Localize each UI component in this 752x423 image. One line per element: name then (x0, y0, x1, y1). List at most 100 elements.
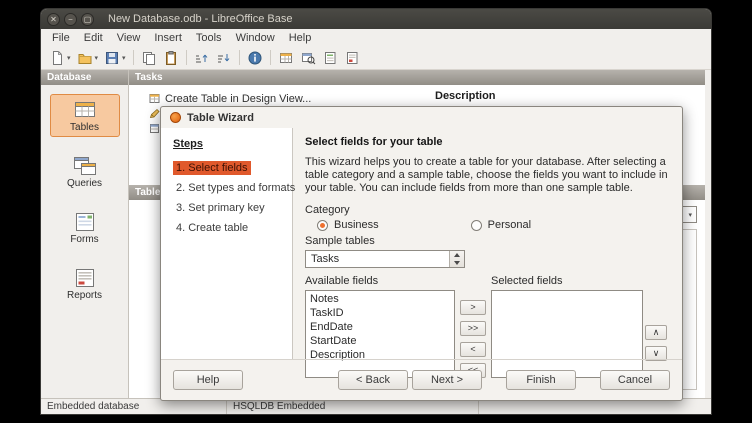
status-engine: HSQLDB Embedded (227, 399, 479, 414)
base-app-icon (170, 112, 181, 123)
task-create-table-design-view[interactable]: Create Table in Design View... (149, 91, 427, 106)
help-button[interactable]: Help (173, 370, 243, 390)
dialog-footer: Help < Back Next > Finish Cancel (161, 359, 682, 400)
reports-icon (72, 267, 98, 289)
back-button[interactable]: < Back (338, 370, 408, 390)
minimize-icon[interactable]: − (64, 13, 77, 26)
category-options: Business Personal (317, 219, 687, 231)
sidebar-item-forms[interactable]: Forms (50, 206, 120, 249)
copy-icon (141, 50, 157, 66)
open-button[interactable]: ▾ (74, 48, 102, 68)
sidebar-item-reports[interactable]: Reports (50, 262, 120, 305)
dialog-heading: Select fields for your table (305, 136, 687, 148)
spin-down-icon[interactable] (450, 259, 464, 267)
table-wizard-dialog: Table Wizard Steps 1. Select fields 2. S… (160, 106, 683, 401)
list-option[interactable]: StartDate (310, 334, 450, 348)
radio-business-label: Business (334, 219, 379, 231)
available-fields-label: Available fields (305, 275, 455, 287)
sidebar-item-label: Queries (67, 178, 102, 189)
selected-fields-label: Selected fields (491, 275, 643, 287)
sort-descending-button[interactable] (213, 48, 235, 68)
dropdown-arrow-icon: ▾ (67, 54, 71, 62)
list-option[interactable]: Notes (310, 292, 450, 306)
sample-tables-combobox[interactable]: Tasks (305, 250, 465, 268)
tables-icon (72, 99, 98, 121)
spin-up-icon[interactable] (450, 251, 464, 259)
open-folder-icon (77, 50, 93, 66)
paste-button[interactable] (160, 48, 182, 68)
table-design-icon (149, 93, 160, 104)
sort-ascending-icon (194, 50, 210, 66)
cancel-button[interactable]: Cancel (600, 370, 670, 390)
database-panel: Database Tables Queries Forms Reports (41, 70, 129, 398)
save-disk-icon (104, 50, 120, 66)
form-icon (322, 50, 338, 66)
dialog-titlebar: Table Wizard (161, 107, 682, 128)
step-set-types-formats[interactable]: 2. Set types and formats (173, 181, 298, 195)
menu-tools[interactable]: Tools (189, 31, 229, 45)
help-info-button[interactable] (244, 48, 266, 68)
menu-help[interactable]: Help (282, 31, 319, 45)
dialog-body: Steps 1. Select fields 2. Set types and … (161, 128, 682, 359)
save-button[interactable]: ▾ (101, 48, 129, 68)
toolbar-separator (186, 50, 187, 65)
form-button[interactable] (319, 48, 341, 68)
report-button[interactable] (341, 48, 363, 68)
list-option[interactable]: EndDate (310, 320, 450, 334)
menu-view[interactable]: View (110, 31, 148, 45)
category-label: Category (305, 204, 687, 216)
paste-clipboard-icon (163, 50, 179, 66)
maximize-icon[interactable]: ▢ (81, 13, 94, 26)
menu-insert[interactable]: Insert (147, 31, 189, 45)
menu-edit[interactable]: Edit (77, 31, 110, 45)
menu-window[interactable]: Window (229, 31, 282, 45)
sort-descending-icon (216, 50, 232, 66)
move-right-button[interactable]: > (460, 300, 486, 315)
description-header: Description (435, 90, 496, 102)
radio-personal-icon[interactable] (471, 220, 482, 231)
query-icon (300, 50, 316, 66)
database-panel-header: Database (41, 70, 128, 85)
table-icon (278, 50, 294, 66)
table-button[interactable] (275, 48, 297, 68)
sidebar-item-queries[interactable]: Queries (50, 150, 120, 193)
view-icon (149, 123, 160, 134)
move-up-button[interactable]: ∧ (645, 325, 667, 340)
status-empty (479, 399, 711, 414)
sort-ascending-button[interactable] (191, 48, 213, 68)
move-left-button[interactable]: < (460, 342, 486, 357)
window-title: New Database.odb - LibreOffice Base (108, 13, 292, 25)
sidebar-item-label: Reports (67, 290, 102, 301)
steps-heading: Steps (173, 138, 280, 150)
next-button[interactable]: Next > (412, 370, 482, 390)
toolbar-separator (239, 50, 240, 65)
new-document-button[interactable]: ▾ (46, 48, 74, 68)
forms-icon (72, 211, 98, 233)
personal-option[interactable]: Personal (471, 219, 531, 231)
window-titlebar: ✕ − ▢ New Database.odb - LibreOffice Bas… (41, 9, 711, 29)
finish-button[interactable]: Finish (506, 370, 576, 390)
business-option[interactable]: Business (317, 219, 379, 231)
dialog-content: Select fields for your table This wizard… (293, 128, 699, 359)
report-icon (344, 50, 360, 66)
dialog-title: Table Wizard (187, 112, 254, 124)
task-label: Create Table in Design View... (165, 93, 311, 105)
combobox-spinner[interactable] (449, 251, 464, 267)
sample-tables-value: Tasks (311, 253, 339, 265)
query-button[interactable] (297, 48, 319, 68)
copy-button[interactable] (138, 48, 160, 68)
step-set-primary-key[interactable]: 3. Set primary key (173, 201, 268, 215)
toolbar-separator (133, 50, 134, 65)
close-icon[interactable]: ✕ (47, 13, 60, 26)
dropdown-arrow-icon: ▾ (95, 54, 99, 62)
menu-file[interactable]: File (45, 31, 77, 45)
menubar: File Edit View Insert Tools Window Help (41, 29, 711, 46)
new-document-icon (49, 50, 65, 66)
list-option[interactable]: TaskID (310, 306, 450, 320)
step-select-fields[interactable]: 1. Select fields (173, 161, 251, 175)
dropdown-arrow-icon: ▾ (122, 54, 126, 62)
sidebar-item-tables[interactable]: Tables (50, 94, 120, 137)
move-all-right-button[interactable]: >> (460, 321, 486, 336)
radio-business-icon[interactable] (317, 220, 328, 231)
step-create-table[interactable]: 4. Create table (173, 221, 251, 235)
